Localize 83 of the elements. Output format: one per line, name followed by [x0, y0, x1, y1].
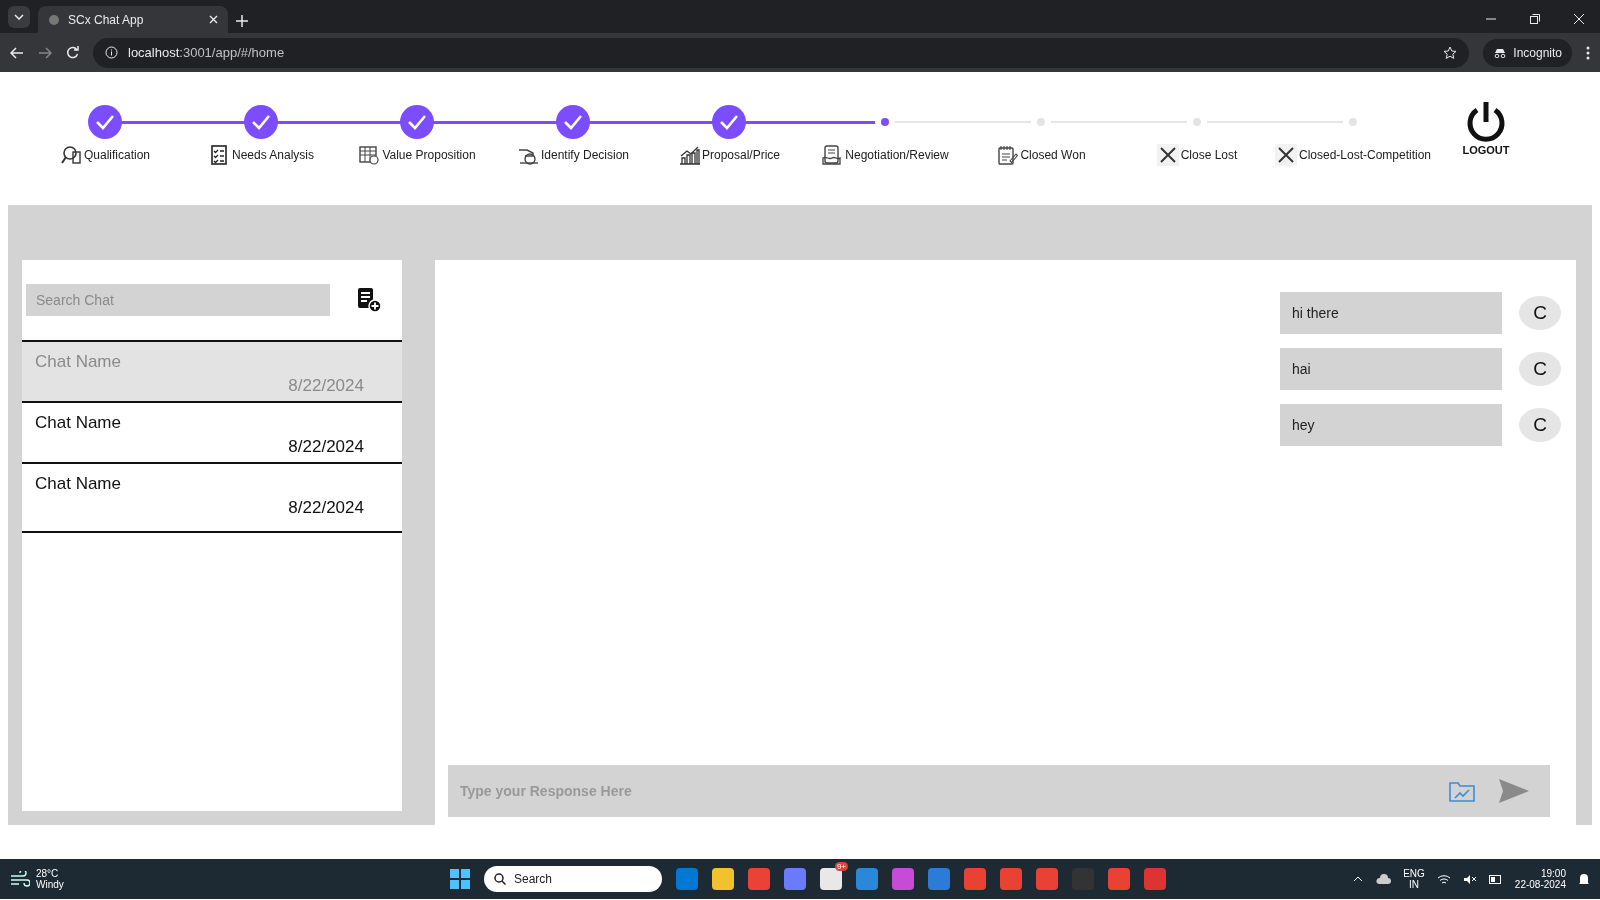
- app-icon[interactable]: [928, 868, 950, 890]
- cloud-icon[interactable]: [1375, 873, 1392, 885]
- app-icon[interactable]: [964, 868, 986, 890]
- avatar: C: [1519, 352, 1561, 386]
- back-arrow-icon[interactable]: [10, 46, 24, 59]
- search-field[interactable]: Search Chat: [26, 284, 330, 316]
- clock-time[interactable]: 19:00: [1540, 868, 1566, 879]
- new-tab-icon[interactable]: [236, 15, 248, 27]
- muted-speaker-icon[interactable]: [1462, 873, 1477, 885]
- chat-date: 8/22/2024: [288, 437, 364, 457]
- language-label[interactable]: ENG: [1403, 868, 1425, 879]
- add-chat-icon[interactable]: [356, 287, 382, 313]
- logout-button[interactable]: LOGOUT: [1431, 100, 1541, 205]
- chat-date: 8/22/2024: [288, 376, 364, 396]
- browser-tab[interactable]: SCx Chat App: [38, 6, 228, 33]
- notification-badge: 9+: [834, 862, 848, 871]
- x-icon: [1156, 144, 1179, 166]
- message-bubble: hai: [1280, 348, 1502, 390]
- step-label: Negotiation/Review: [845, 148, 949, 162]
- step-label: Close Lost: [1180, 148, 1238, 162]
- step-label: Closed Won: [1020, 148, 1086, 162]
- reload-icon[interactable]: [66, 46, 79, 59]
- step-label: Closed-Lost-Competition: [1298, 148, 1432, 162]
- weather-label: Windy: [36, 879, 64, 890]
- step-label: Qualification: [83, 148, 150, 162]
- stage-icon: [677, 144, 700, 166]
- info-icon: [105, 46, 118, 59]
- app-icon[interactable]: [1000, 868, 1022, 890]
- wifi-icon[interactable]: [1436, 873, 1451, 885]
- message-input[interactable]: Type your Response Here: [460, 783, 1426, 799]
- restore-icon[interactable]: [1530, 14, 1540, 24]
- close-icon[interactable]: [209, 15, 218, 24]
- power-icon: [1465, 100, 1507, 144]
- region-label[interactable]: IN: [1409, 879, 1419, 890]
- app-icon[interactable]: [712, 868, 734, 890]
- app-icon[interactable]: [1036, 868, 1058, 890]
- taskbar-search[interactable]: Search: [484, 866, 662, 892]
- notification-bell-icon[interactable]: [1578, 872, 1590, 886]
- message-bubble: hi there: [1280, 292, 1502, 334]
- avatar: C: [1519, 296, 1561, 330]
- wind-icon: [10, 871, 30, 887]
- close-icon[interactable]: [1574, 14, 1584, 24]
- app-icon[interactable]: [676, 868, 698, 890]
- x-icon: [1274, 144, 1297, 166]
- incognito-icon: [1493, 47, 1508, 58]
- address-bar[interactable]: localhost:3001/app/#/home: [93, 37, 1470, 68]
- forward-arrow-icon[interactable]: [38, 46, 52, 59]
- battery-icon[interactable]: [1488, 874, 1503, 884]
- search-icon: [494, 873, 506, 885]
- app-icon[interactable]: [1108, 868, 1130, 890]
- globe-icon: [48, 13, 60, 26]
- menu-icon[interactable]: [1586, 45, 1590, 60]
- chat-date: 8/22/2024: [288, 498, 364, 518]
- app-icon[interactable]: [820, 868, 842, 890]
- stage-icon: [821, 144, 844, 166]
- star-icon[interactable]: [1443, 45, 1458, 60]
- app-icon[interactable]: [1144, 868, 1166, 890]
- clock-date[interactable]: 22-08-2024: [1514, 879, 1566, 890]
- start-icon[interactable]: [450, 869, 470, 889]
- step-label: Needs Analysis: [231, 148, 314, 162]
- message-bubble: hey: [1280, 404, 1502, 446]
- message-field[interactable]: Type your Response Here: [448, 765, 1550, 817]
- app-icon[interactable]: [784, 868, 806, 890]
- tab-list-button[interactable]: [8, 6, 30, 28]
- chat-list-item[interactable]: Chat Name 8/22/2024: [22, 464, 402, 533]
- step-label: Identify Decision: [540, 148, 629, 162]
- chevron-up-icon[interactable]: [1353, 876, 1364, 882]
- stage-icon: [59, 144, 82, 166]
- app-icon[interactable]: [748, 868, 770, 890]
- stage-icon: [358, 144, 381, 166]
- chat-name: Chat Name: [35, 413, 122, 433]
- step-label: Proposal/Price: [701, 148, 780, 162]
- stage-icon: [996, 144, 1019, 166]
- chat-name: Chat Name: [35, 474, 122, 494]
- step-label: Value Proposition: [382, 148, 476, 162]
- incognito-button[interactable]: Incognito: [1483, 38, 1572, 67]
- app-icon[interactable]: [856, 868, 878, 890]
- app-icon[interactable]: [892, 868, 914, 890]
- chat-list-item[interactable]: Chat Name 8/22/2024: [22, 403, 402, 464]
- temperature: 28°C: [36, 868, 60, 879]
- chevron-down-icon: [14, 14, 24, 20]
- avatar: C: [1519, 408, 1561, 442]
- chat-name: Chat Name: [35, 352, 122, 372]
